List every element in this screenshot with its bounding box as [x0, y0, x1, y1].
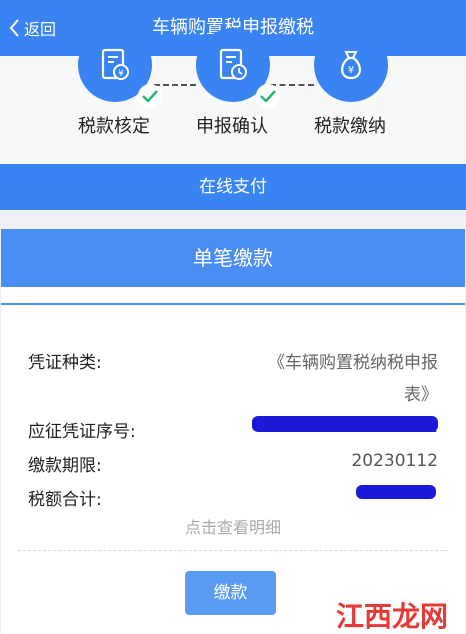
divider — [1, 303, 465, 305]
card-title: 单笔缴款 — [1, 229, 465, 287]
svg-text:¥: ¥ — [118, 69, 124, 79]
step-label: 申报确认 — [196, 116, 268, 137]
step-connector — [154, 84, 196, 86]
step-connector — [270, 84, 314, 86]
redaction-mark — [356, 485, 436, 499]
svg-text:江西龙网: 江西龙网 — [336, 600, 448, 633]
deadline-value: 20230112 — [351, 451, 438, 471]
voucher-type-value-line1: 《车辆购置税纳税申报 — [268, 353, 438, 373]
pay-button[interactable]: 缴款 — [185, 571, 276, 615]
dashed-divider — [18, 550, 448, 551]
money-bag-icon: ¥ — [314, 28, 388, 102]
deadline-label: 缴款期限: — [28, 456, 102, 476]
progress-steps: ¥ 税款核定 申报确认 ¥ 税款缴纳 — [0, 28, 466, 164]
voucher-type-value-line2: 表》 — [404, 385, 438, 405]
voucher-type-label: 凭证种类: — [28, 353, 102, 373]
svg-text:¥: ¥ — [348, 65, 354, 76]
voucher-number-label: 应征凭证序号: — [28, 422, 136, 442]
step-label: 税款缴纳 — [314, 116, 386, 137]
redaction-mark — [252, 416, 438, 432]
step-label: 税款核定 — [78, 116, 150, 137]
online-payment-tab[interactable]: 在线支付 — [0, 164, 466, 210]
total-label: 税额合计: — [28, 490, 102, 510]
view-details-link[interactable]: 点击查看明细 — [0, 514, 466, 538]
check-icon — [138, 84, 162, 108]
voucher-type-row: 凭证种类: 《车辆购置税纳税申报 — [28, 348, 438, 373]
check-icon — [256, 84, 280, 108]
deadline-row: 缴款期限: 20230112 — [28, 451, 438, 476]
watermark-logo: 江西龙网 — [328, 598, 454, 633]
